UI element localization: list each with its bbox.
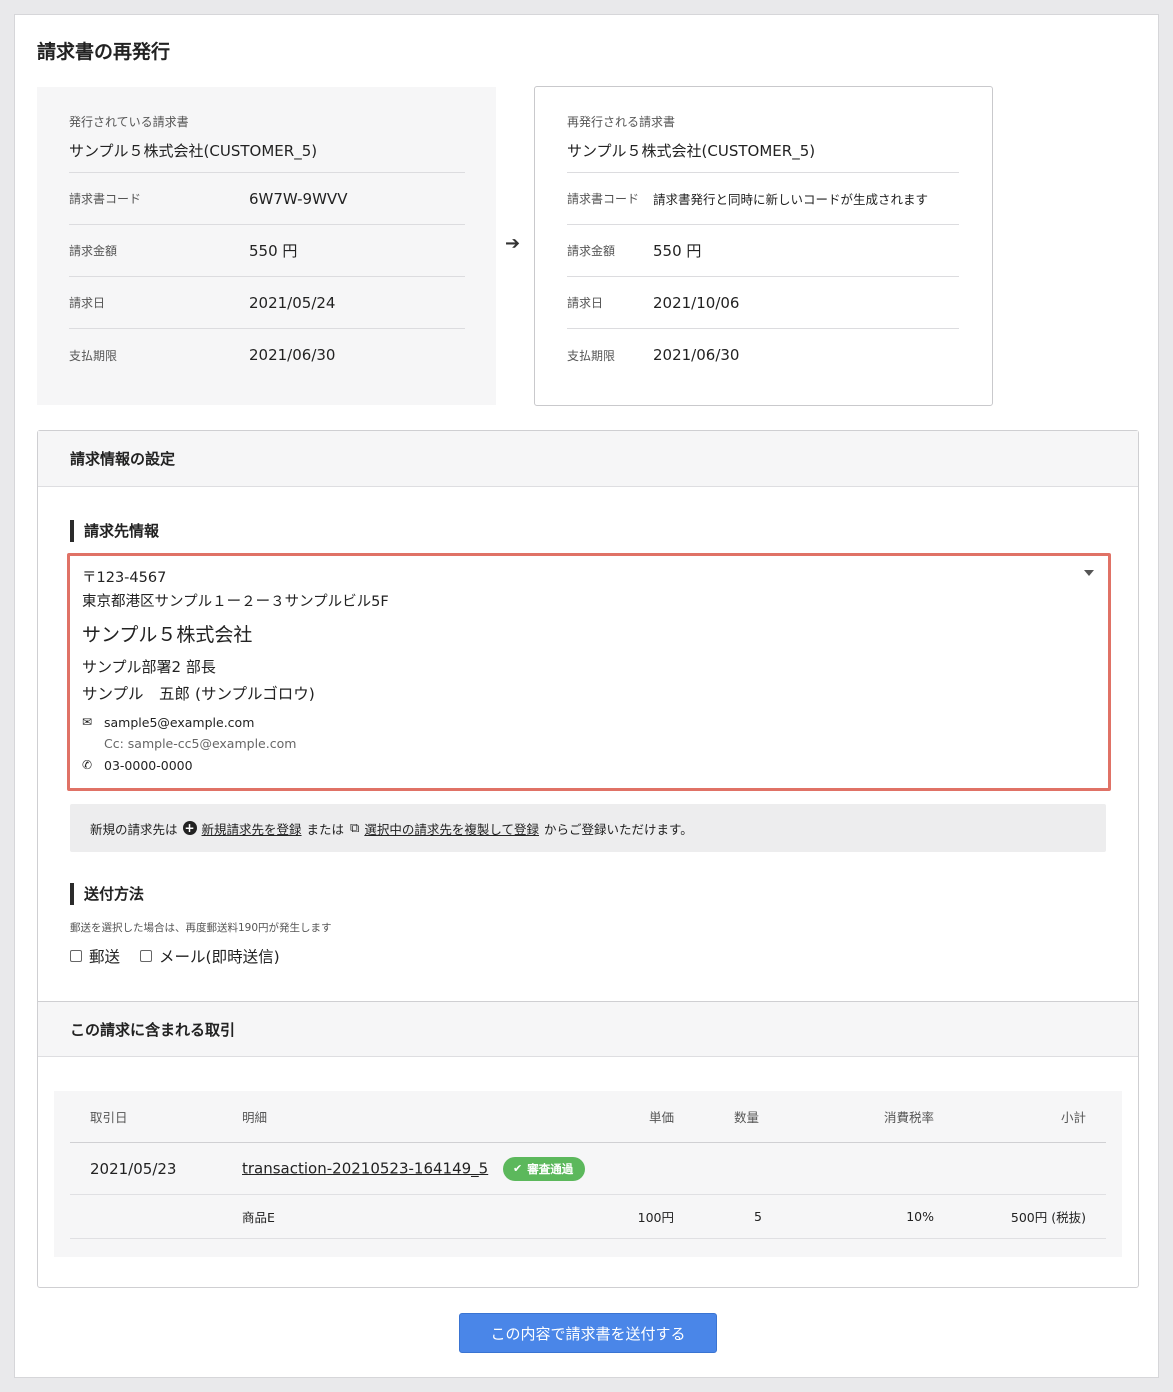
item-price: 100円 (637, 1210, 674, 1225)
table-header: 取引日 明細 単価 数量 消費税率 小計 (70, 1091, 1106, 1143)
status-badge: ✔ 審査通過 (503, 1156, 586, 1181)
reissued-invoice-customer: サンプル５株式会社(CUSTOMER_5) (567, 140, 959, 173)
issued-amount-label: 請求金額 (69, 244, 118, 258)
duplicate-destination-link[interactable]: 選択中の請求先を複製して登録 (364, 819, 539, 838)
plus-circle-icon: + (182, 821, 197, 835)
item-name: 商品E (242, 1210, 275, 1225)
reissued-due-label: 支払期限 (567, 348, 616, 363)
phone-icon: ✆ (82, 758, 93, 772)
reissued-amount-label: 請求金額 (567, 244, 616, 258)
issued-due-label: 支払期限 (69, 348, 118, 363)
col-subtotal: 小計 (1060, 1110, 1086, 1125)
reissued-amount-value: 550 円 (653, 242, 702, 260)
transactions-header: この請求に含まれる取引 (38, 1001, 1138, 1057)
issued-amount-value: 550 円 (249, 242, 298, 260)
notice-middle: または (306, 821, 345, 837)
item-qty: 5 (754, 1209, 762, 1224)
col-qty: 数量 (734, 1110, 760, 1125)
tx-detail: transaction-20210523-164149_5 ✔ 審査通過 (242, 1156, 586, 1181)
check-icon: ✔ (513, 1162, 523, 1175)
issued-invoice-customer: サンプル５株式会社(CUSTOMER_5) (69, 140, 465, 173)
shipping-note: 郵送を選択した場合は、再度郵送料190円が発生します (70, 922, 332, 934)
reissued-due-value: 2021/06/30 (653, 346, 740, 364)
register-new-destination-link[interactable]: 新規請求先を登録 (202, 819, 302, 838)
reissued-date-label: 請求日 (567, 296, 604, 310)
billing-postal: 〒123-4567 (82, 570, 167, 586)
issued-date-row: 請求日 2021/05/24 (69, 277, 465, 329)
item-subtotal: 500円 (税抜) (1010, 1210, 1086, 1225)
transaction-link[interactable]: transaction-20210523-164149_5 (242, 1159, 488, 1177)
billing-email: sample5@example.com (104, 715, 255, 730)
send-invoice-button[interactable]: この内容で請求書を送付する (459, 1313, 717, 1353)
copy-icon: ⧉ (350, 820, 360, 836)
reissue-page: 請求書の再発行 発行されている請求書 サンプル５株式会社(CUSTOMER_5)… (14, 14, 1159, 1378)
transactions-table: 取引日 明細 単価 数量 消費税率 小計 2021/05/23 transact… (54, 1091, 1122, 1257)
reissued-code-value: 請求書発行と同時に新しいコードが生成されます (653, 192, 929, 207)
billing-department: サンプル部署2 部長 (82, 658, 216, 676)
issued-due-row: 支払期限 2021/06/30 (69, 329, 465, 381)
reissued-due-row: 支払期限 2021/06/30 (567, 329, 959, 381)
notice-suffix: からご登録いただけます。 (543, 821, 693, 837)
shipping-option-postal[interactable]: 郵送 (70, 945, 120, 967)
issued-code-value: 6W7W-9WVV (249, 189, 348, 208)
billing-tel: 03-0000-0000 (104, 758, 193, 773)
col-price: 単価 (648, 1110, 674, 1125)
reissued-code-label: 請求書コード (567, 192, 640, 206)
table-row-item: 商品E 100円 5 10% 500円 (税抜) (70, 1195, 1106, 1239)
reissued-invoice-card: 再発行される請求書 サンプル５株式会社(CUSTOMER_5) 請求書コード 請… (534, 86, 993, 406)
table-row: 2021/05/23 transaction-20210523-164149_5… (70, 1143, 1106, 1195)
billing-cc: Cc: sample-cc5@example.com (104, 736, 297, 751)
billing-person: サンプル 五郎 (サンプルゴロウ) (82, 685, 315, 703)
billing-section-title: 請求先情報 (70, 520, 159, 542)
issued-date-label: 請求日 (69, 296, 106, 310)
issued-due-value: 2021/06/30 (249, 346, 336, 364)
issued-code-row: 請求書コード 6W7W-9WVV (69, 173, 465, 225)
billing-settings-panel: 請求情報の設定 請求先情報 〒123-4567 東京都港区サンプル１ー２ー３サン… (37, 430, 1139, 1288)
issued-invoice-caption: 発行されている請求書 (69, 115, 189, 129)
postal-checkbox[interactable] (70, 950, 82, 962)
billing-cc-row: Cc: sample-cc5@example.com (82, 733, 1096, 754)
billing-email-row: ✉ sample5@example.com (82, 712, 1096, 733)
issued-date-value: 2021/05/24 (249, 293, 336, 312)
settings-header: 請求情報の設定 (38, 431, 1138, 487)
billing-company: サンプル５株式会社 (82, 624, 253, 646)
issued-code-label: 請求書コード (69, 192, 142, 206)
envelope-icon: ✉ (82, 715, 93, 729)
email-checkbox[interactable] (140, 950, 153, 962)
col-date: 取引日 (90, 1110, 128, 1125)
page-title: 請求書の再発行 (37, 41, 171, 63)
reissued-amount-row: 請求金額 550 円 (567, 225, 959, 277)
arrow-right-icon: ➔ (505, 233, 521, 254)
col-detail: 明細 (242, 1110, 268, 1125)
notice-prefix: 新規の請求先は (90, 821, 178, 837)
reissued-date-value: 2021/10/06 (653, 293, 740, 312)
item-tax: 10% (906, 1209, 934, 1224)
shipping-option-email[interactable]: メール(即時送信) (140, 945, 280, 967)
col-tax: 消費税率 (883, 1110, 934, 1125)
billing-tel-row: ✆ 03-0000-0000 (82, 755, 1096, 776)
shipping-options: 郵送 メール(即時送信) (70, 945, 300, 967)
chevron-down-icon[interactable] (1084, 570, 1094, 576)
reissued-invoice-caption: 再発行される請求書 (567, 115, 676, 129)
issued-invoice-card: 発行されている請求書 サンプル５株式会社(CUSTOMER_5) 請求書コード … (37, 87, 496, 405)
postal-label: 郵送 (89, 948, 121, 966)
billing-destination-select[interactable]: 〒123-4567 東京都港区サンプル１ー２ー３サンプルビル5F サンプル５株式… (67, 553, 1111, 791)
reissued-code-row: 請求書コード 請求書発行と同時に新しいコードが生成されます (567, 173, 959, 225)
reissued-date-row: 請求日 2021/10/06 (567, 277, 959, 329)
new-destination-notice: 新規の請求先は + 新規請求先を登録 または ⧉ 選択中の請求先を複製して登録 … (70, 804, 1106, 852)
issued-amount-row: 請求金額 550 円 (69, 225, 465, 277)
shipping-section-title: 送付方法 (70, 883, 144, 905)
email-label: メール(即時送信) (159, 948, 280, 966)
status-badge-label: 審査通過 (527, 1161, 574, 1176)
billing-address: 東京都港区サンプル１ー２ー３サンプルビル5F (82, 594, 389, 610)
tx-date: 2021/05/23 (90, 1159, 177, 1178)
